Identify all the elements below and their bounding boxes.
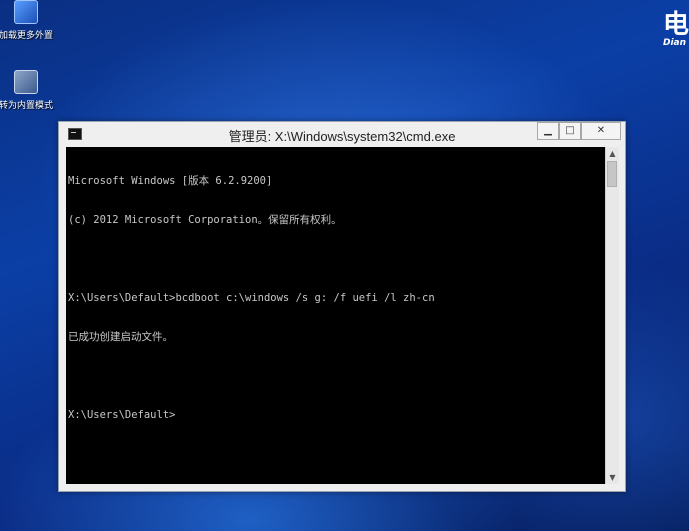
prompt-text: X:\Users\Default>	[68, 409, 176, 421]
scroll-up-arrow-icon[interactable]: ▲	[606, 147, 619, 160]
vertical-scrollbar[interactable]: ▲ ▼	[605, 147, 619, 484]
console-line-prompt: X:\Users\Default>	[68, 409, 435, 422]
maximize-button[interactable]: □	[559, 122, 581, 140]
network-icon	[14, 0, 38, 24]
cmd-window[interactable]: 管理员: X:\Windows\system32\cmd.exe ▁ □ ✕ M…	[58, 121, 626, 492]
title-bar[interactable]: 管理员: X:\Windows\system32\cmd.exe ▁ □ ✕	[59, 122, 625, 146]
brand-logo-text: Dian	[663, 38, 687, 48]
minimize-button[interactable]: ▁	[537, 122, 559, 140]
scrollbar-thumb[interactable]	[607, 161, 617, 187]
close-button[interactable]: ✕	[581, 122, 621, 140]
desktop-icon-switch-internal[interactable]: 转为内置模式	[0, 70, 66, 111]
shortcut-icon	[14, 70, 38, 94]
desktop-icon-label: 加载更多外置	[0, 31, 53, 41]
console-line-command: X:\Users\Default>bcdboot c:\windows /s g…	[68, 292, 435, 304]
console-line-copyright: (c) 2012 Microsoft Corporation。保留所有权利。	[68, 214, 342, 226]
console-line-result: 已成功创建启动文件。	[68, 331, 173, 343]
brand-logo-glyph: 电	[663, 10, 689, 40]
console-line-version: Microsoft Windows [版本 6.2.9200]	[68, 175, 273, 187]
scroll-down-arrow-icon[interactable]: ▼	[606, 471, 619, 484]
console-output[interactable]: Microsoft Windows [版本 6.2.9200] (c) 2012…	[66, 147, 605, 484]
brand-logo: 电 Dian	[663, 12, 689, 48]
desktop-icon-label: 转为内置模式	[0, 101, 53, 111]
desktop-icon-load-external[interactable]: 加载更多外置	[0, 0, 62, 41]
